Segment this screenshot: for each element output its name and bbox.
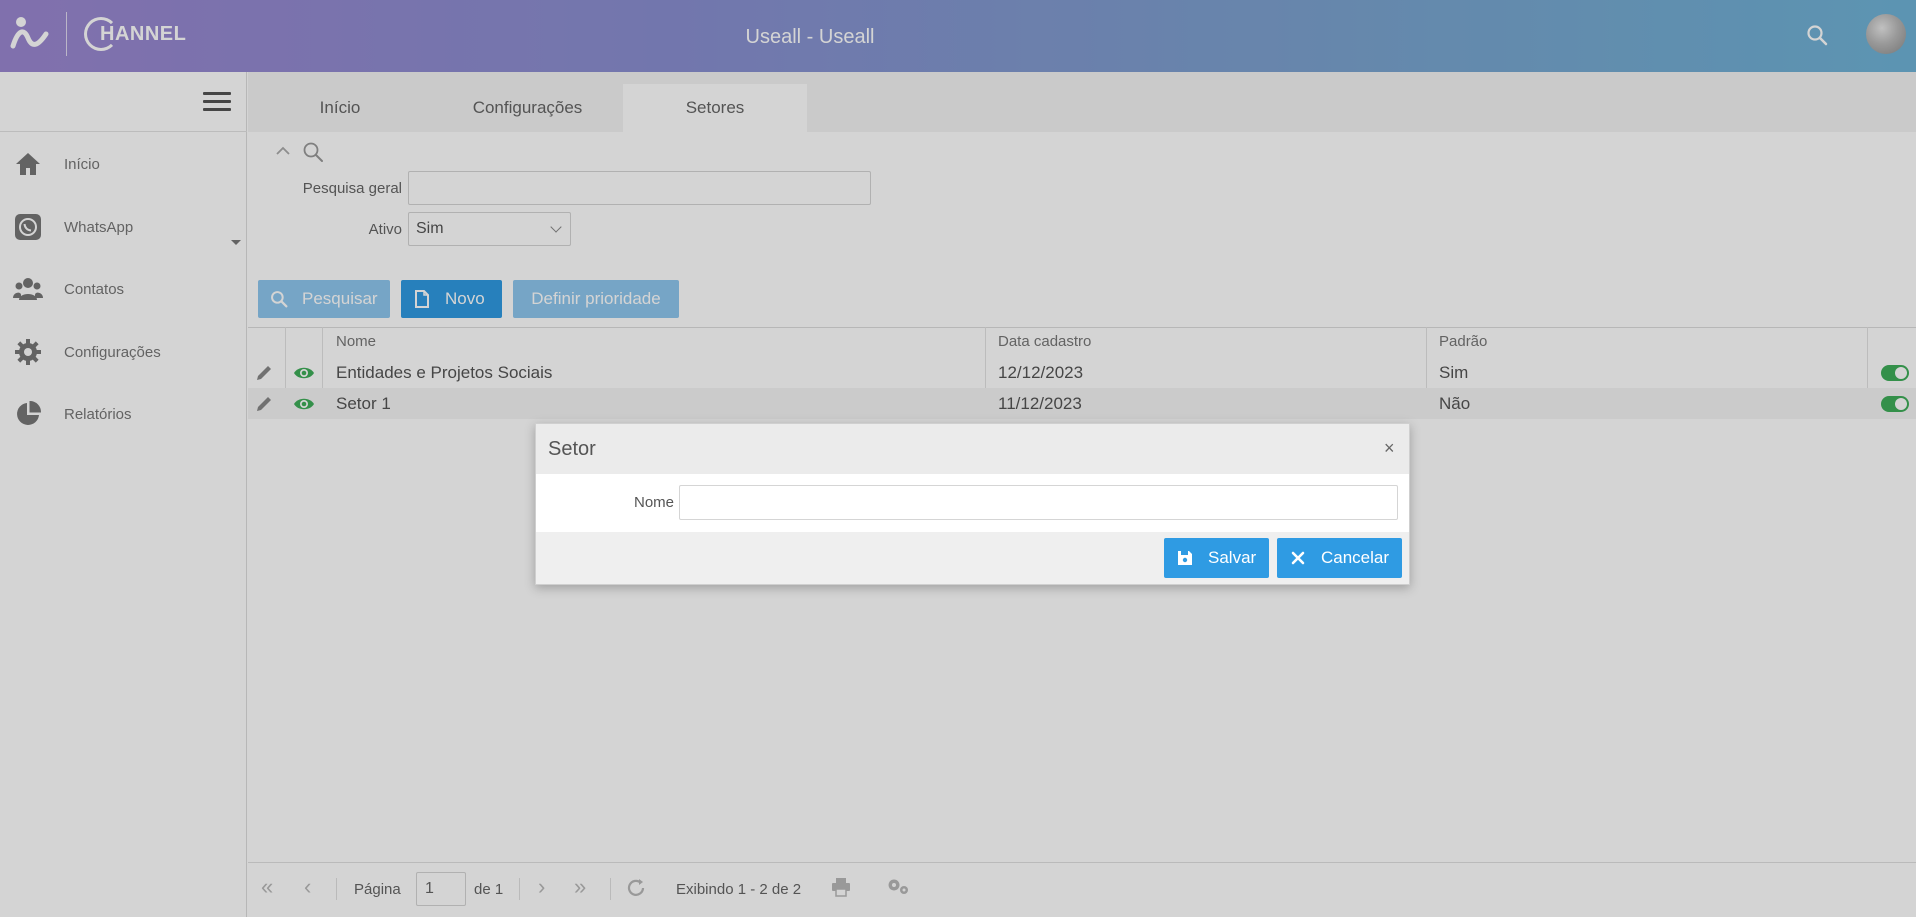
save-button[interactable]: Salvar [1164, 538, 1269, 578]
dialog-title: Setor [548, 438, 596, 460]
name-label: Nome [633, 494, 674, 511]
dialog-footer: Salvar Cancelar [536, 532, 1409, 584]
dialog-body: Nome [536, 474, 1409, 532]
dialog-header: Setor × [536, 424, 1409, 474]
close-icon[interactable]: × [1384, 438, 1395, 459]
close-icon [1289, 549, 1307, 567]
cancel-button[interactable]: Cancelar [1277, 538, 1402, 578]
save-button-label: Salvar [1208, 548, 1257, 567]
cancel-button-label: Cancelar [1321, 548, 1390, 567]
floppy-disk-icon [1176, 549, 1194, 567]
name-input[interactable] [679, 485, 1398, 520]
setor-dialog: Setor × Nome Salvar Cancelar [535, 423, 1410, 585]
